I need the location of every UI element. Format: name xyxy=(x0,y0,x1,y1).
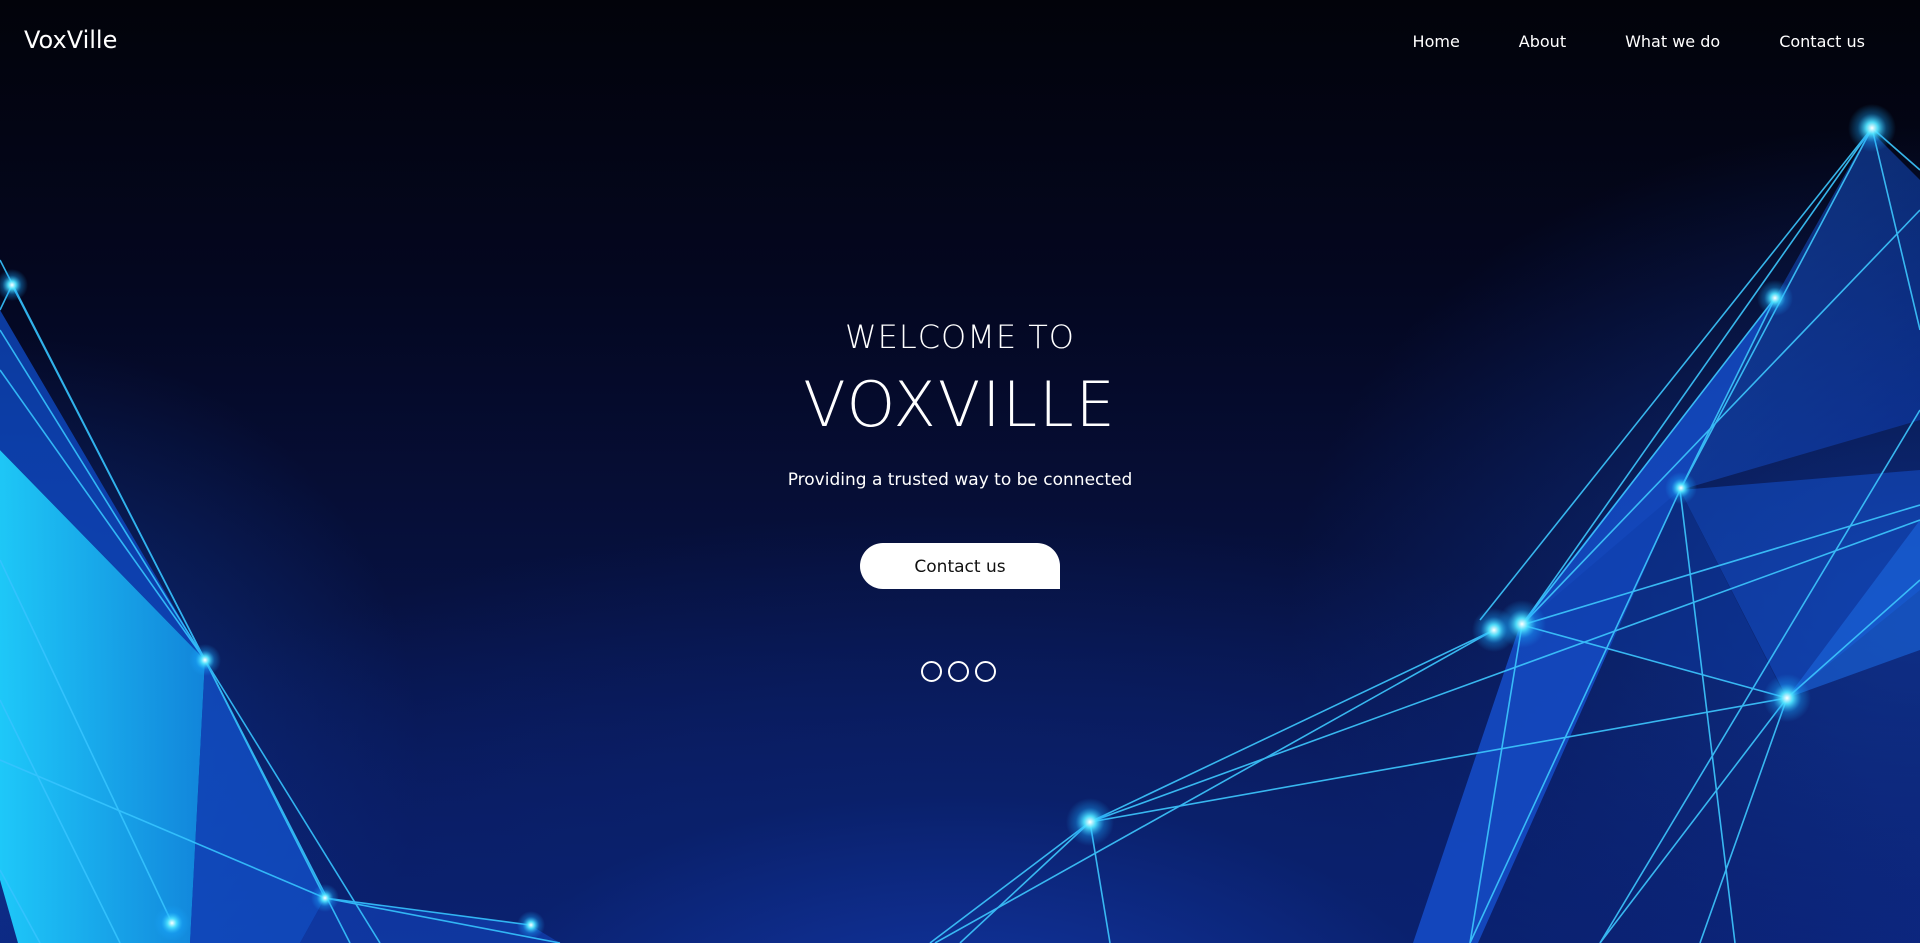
contact-us-button[interactable]: Contact us xyxy=(860,543,1060,589)
slide-dot-2[interactable] xyxy=(948,661,969,682)
brand-logo[interactable]: VoxVille xyxy=(24,26,117,54)
hero-tagline: Providing a trusted way to be connected xyxy=(787,470,1133,490)
nav-about-link[interactable]: About xyxy=(1519,32,1566,51)
nav-home-link[interactable]: Home xyxy=(1413,32,1460,51)
nav-what-we-do-link[interactable]: What we do xyxy=(1625,32,1720,51)
top-nav: VoxVille Home About What we do Contact u… xyxy=(0,0,1920,85)
slide-dot-1[interactable] xyxy=(921,661,942,682)
hero-kicker: WELCOME TO xyxy=(845,318,1075,356)
landing-page: VoxVille Home About What we do Contact u… xyxy=(0,0,1920,943)
slide-indicators xyxy=(921,661,996,682)
slide-dot-3[interactable] xyxy=(975,661,996,682)
main-menu: Home About What we do Contact us xyxy=(1354,32,1865,51)
nav-contact-link[interactable]: Contact us xyxy=(1779,32,1865,51)
hero-title: VOXVILLE xyxy=(803,368,1117,441)
